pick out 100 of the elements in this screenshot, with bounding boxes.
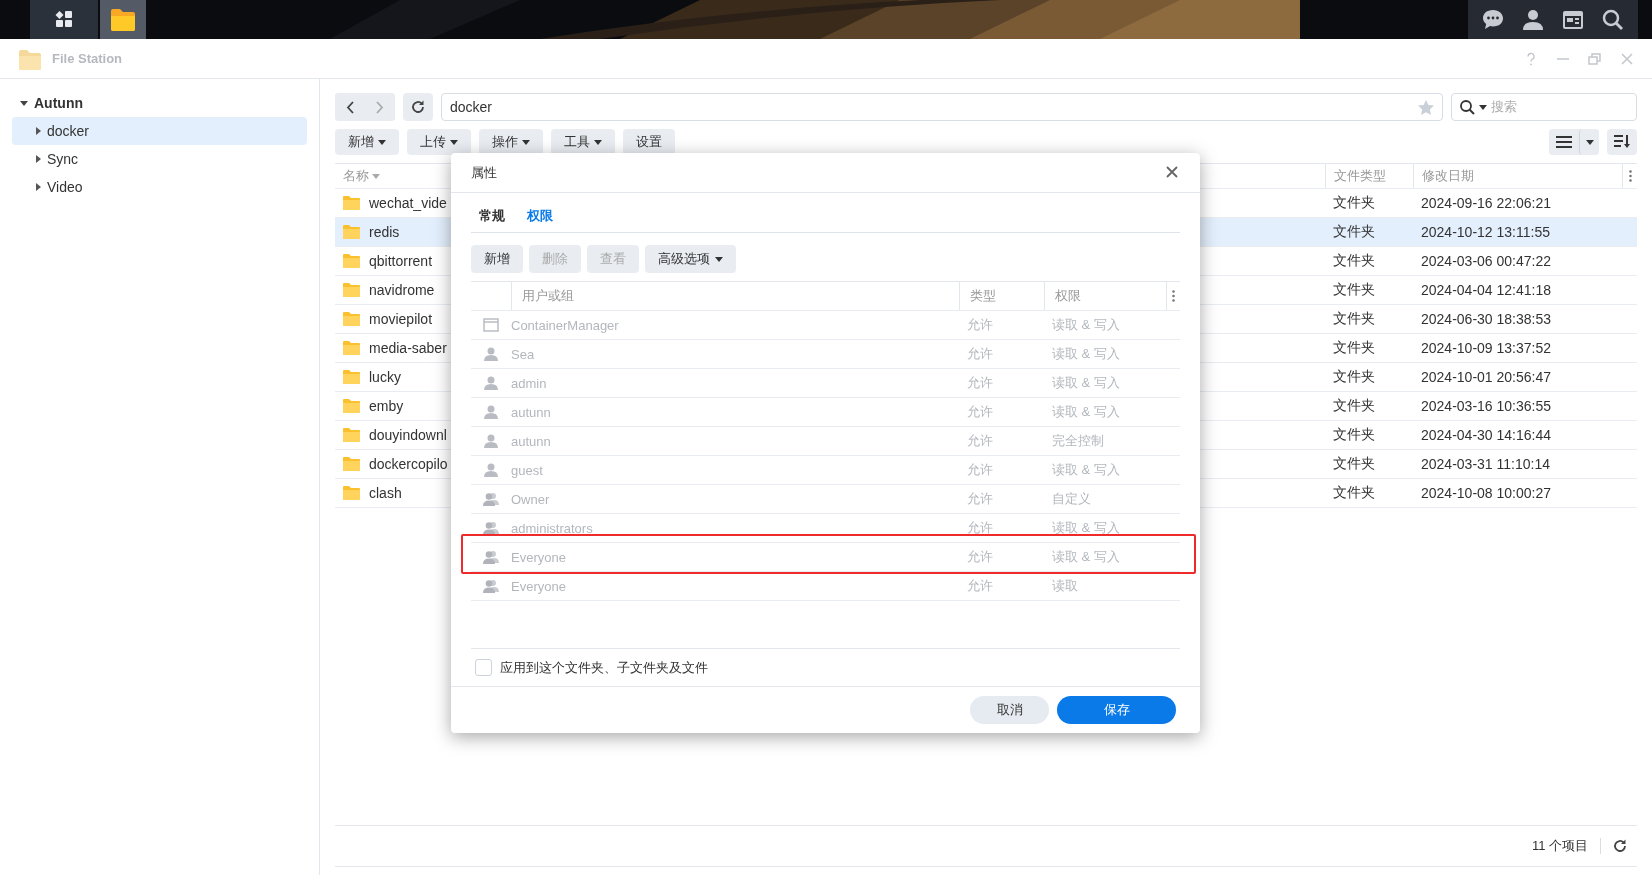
window-title: File Station xyxy=(52,51,123,66)
group-icon xyxy=(483,550,499,564)
back-icon[interactable] xyxy=(346,100,354,114)
file-type: 文件夹 xyxy=(1333,252,1375,270)
file-type: 文件夹 xyxy=(1333,484,1375,502)
path-field[interactable]: docker xyxy=(441,93,1443,121)
save-button[interactable]: 保存 xyxy=(1057,696,1176,724)
user-name: autunn xyxy=(511,404,551,420)
folder-icon xyxy=(343,254,360,268)
user-name: guest xyxy=(511,462,543,478)
search-icon xyxy=(1460,99,1475,115)
file-type: 文件夹 xyxy=(1333,194,1375,212)
permission-level: 读取 & 写入 xyxy=(1052,316,1120,334)
column-header[interactable]: 文件类型 xyxy=(1334,167,1386,185)
file-name: wechat_vide xyxy=(369,195,447,211)
tree-item[interactable]: Autunn xyxy=(34,95,83,111)
tab[interactable]: 常规 xyxy=(479,206,505,225)
column-header[interactable]: 修改日期 xyxy=(1422,167,1474,185)
folder-icon xyxy=(343,457,360,471)
file-name: qbittorrent xyxy=(369,253,433,269)
star-icon[interactable] xyxy=(1418,99,1434,115)
action-button[interactable]: 高级选项 xyxy=(645,245,736,273)
file-type: 文件夹 xyxy=(1333,368,1375,386)
permission-level: 读取 & 写入 xyxy=(1052,519,1120,537)
file-name: navidrome xyxy=(369,282,435,298)
more-icon[interactable] xyxy=(1628,170,1632,182)
search-field[interactable]: 搜索 xyxy=(1451,93,1637,121)
action-button[interactable]: 新增 xyxy=(471,245,523,273)
list-view-icon[interactable] xyxy=(1556,136,1572,148)
modified-date: 2024-03-16 10:36:55 xyxy=(1421,398,1551,414)
permission-level: 读取 & 写入 xyxy=(1052,345,1120,363)
file-name: dockercopilo xyxy=(369,456,448,472)
toolbar-button[interactable]: 新增 xyxy=(335,129,399,155)
chat-icon[interactable] xyxy=(1482,8,1504,31)
user-icon[interactable] xyxy=(1522,8,1544,31)
permission-type: 允许 xyxy=(967,490,993,508)
toolbar-button[interactable]: 工具 xyxy=(551,129,615,155)
permission-type: 允许 xyxy=(967,345,993,363)
apps-grid-icon xyxy=(54,10,74,29)
file-name: redis xyxy=(369,224,400,240)
tree-item[interactable]: Video xyxy=(47,179,83,195)
permission-type: 允许 xyxy=(967,316,993,334)
search-icon[interactable] xyxy=(1602,8,1624,31)
file-type: 文件夹 xyxy=(1333,397,1375,415)
permission-type: 允许 xyxy=(967,548,993,566)
sort-icon[interactable] xyxy=(1614,135,1630,149)
modified-date: 2024-04-30 14:16:44 xyxy=(1421,427,1551,443)
file-name: douyindownl xyxy=(369,427,447,443)
user-name: admin xyxy=(511,375,547,391)
toolbar-button[interactable]: 上传 xyxy=(407,129,471,155)
file-type: 文件夹 xyxy=(1333,339,1375,357)
folder-icon xyxy=(343,225,360,239)
tree-item[interactable]: docker xyxy=(12,117,307,145)
checkbox[interactable] xyxy=(475,659,492,676)
modified-date: 2024-03-06 00:47:22 xyxy=(1421,253,1551,269)
app-window-icon xyxy=(483,318,499,332)
permission-level: 自定义 xyxy=(1052,490,1091,508)
refresh-icon[interactable] xyxy=(1613,839,1627,853)
more-icon[interactable] xyxy=(1172,290,1175,302)
group-icon xyxy=(483,579,499,593)
file-name: lucky xyxy=(369,369,401,385)
user-icon xyxy=(483,463,499,477)
file-type: 文件夹 xyxy=(1333,281,1375,299)
file-name: media-saber xyxy=(369,340,447,356)
permission-level: 读取 & 写入 xyxy=(1052,461,1120,479)
caret-icon[interactable] xyxy=(1585,139,1594,145)
widget-icon[interactable] xyxy=(1562,8,1584,31)
tree-item[interactable]: Sync xyxy=(47,151,79,167)
user-name: Everyone xyxy=(511,549,566,565)
permission-type: 允许 xyxy=(967,577,993,595)
user-icon xyxy=(483,376,499,390)
column-header[interactable]: 权限 xyxy=(1055,287,1081,305)
column-header[interactable]: 名称 xyxy=(343,167,380,185)
taskbar-button[interactable] xyxy=(30,0,98,39)
file-type: 文件夹 xyxy=(1333,310,1375,328)
toolbar-button[interactable]: 操作 xyxy=(479,129,543,155)
modified-date: 2024-03-31 11:10:14 xyxy=(1421,456,1550,472)
column-header[interactable]: 类型 xyxy=(970,287,996,305)
file-name: clash xyxy=(369,485,402,501)
user-name: Owner xyxy=(511,491,550,507)
tab[interactable]: 权限 xyxy=(527,206,553,225)
modified-date: 2024-10-09 13:37:52 xyxy=(1421,340,1551,356)
modified-date: 2024-09-16 22:06:21 xyxy=(1421,195,1551,211)
item-count: 11 个项目 xyxy=(1531,837,1588,855)
caret-icon xyxy=(1479,104,1487,110)
modified-date: 2024-10-08 10:00:27 xyxy=(1421,485,1551,501)
group-icon xyxy=(483,492,499,506)
folder-icon xyxy=(110,6,136,33)
file-type: 文件夹 xyxy=(1333,426,1375,444)
toolbar-button[interactable]: 设置 xyxy=(623,129,675,155)
modified-date: 2024-04-04 12:41:18 xyxy=(1421,282,1551,298)
folder-icon xyxy=(343,341,360,355)
close-icon[interactable] xyxy=(1166,165,1178,178)
column-header[interactable]: 用户或组 xyxy=(522,287,574,305)
folder-icon xyxy=(343,196,360,210)
folder-icon xyxy=(343,370,360,384)
permission-type: 允许 xyxy=(967,432,993,450)
file-name: emby xyxy=(369,398,404,414)
refresh-button[interactable] xyxy=(403,93,433,121)
cancel-button[interactable]: 取消 xyxy=(970,696,1049,724)
